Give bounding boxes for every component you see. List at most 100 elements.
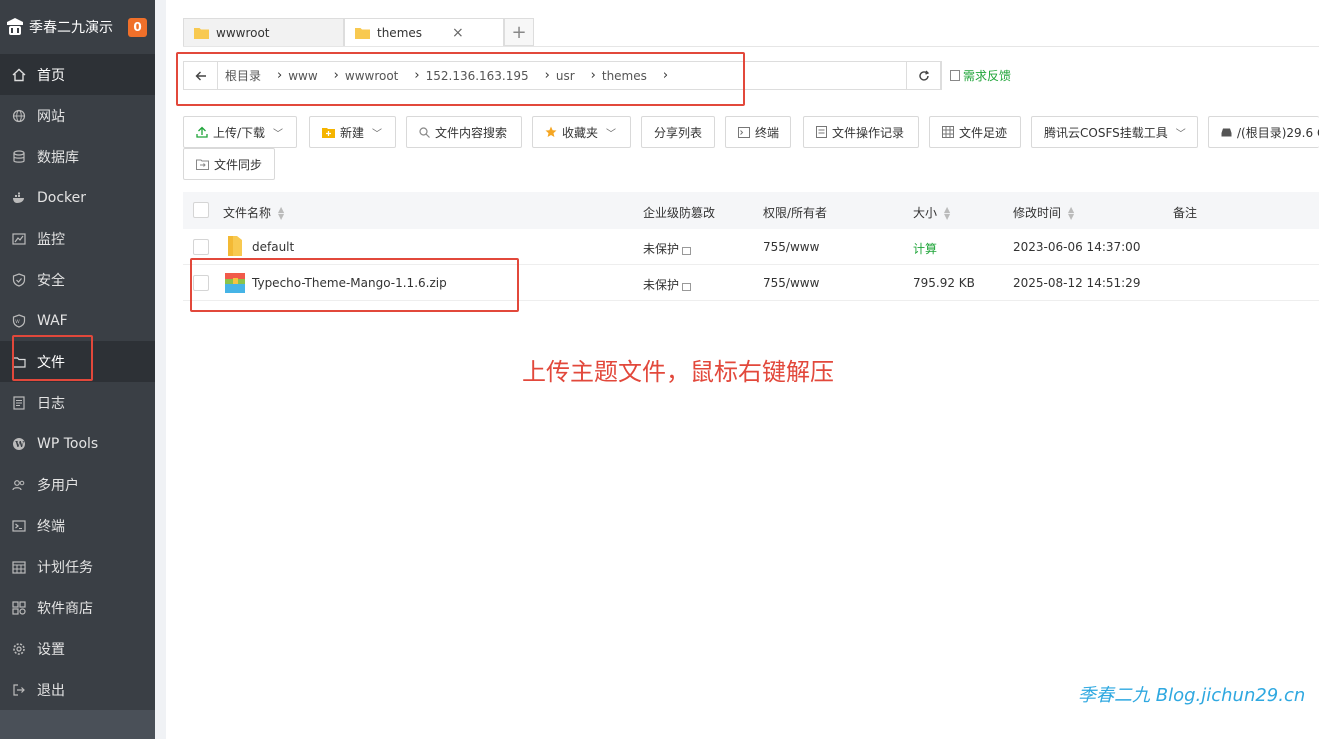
sidebar-item-logout[interactable]: 退出 [0, 669, 155, 710]
upload-download-button[interactable]: 上传/下载 ﹀ [183, 116, 297, 148]
tab-wwwroot[interactable]: wwwroot [183, 18, 344, 46]
waf-icon: W [12, 313, 26, 328]
sidebar-item-label: 设置 [37, 641, 65, 658]
sidebar-item-app-store[interactable]: 软件商店 [0, 587, 155, 628]
sidebar-item-label: 退出 [37, 682, 65, 699]
sidebar-item-logs[interactable]: 日志 [0, 382, 155, 423]
select-all-checkbox[interactable] [193, 202, 209, 218]
file-sync-button[interactable]: 文件同步 [183, 148, 275, 180]
sidebar-item-label: 网站 [37, 108, 65, 125]
watermark: 季春二九 Blog.jichun29.cn [1078, 685, 1306, 706]
header-size[interactable]: 大小 ▲ ▼ [913, 204, 950, 221]
header-mtime[interactable]: 修改时间 ▲ ▼ [1013, 204, 1074, 221]
new-button[interactable]: 新建 ﹀ [309, 116, 396, 148]
upload-icon [196, 126, 208, 138]
highlight-box-zip [190, 258, 519, 312]
protect-status: 未保护 [643, 240, 692, 257]
sort-icon: ▲ ▼ [278, 204, 285, 221]
apps-icon [12, 600, 26, 615]
modified-time: 2023-06-06 14:37:00 [1013, 240, 1141, 254]
sidebar-item-monitor[interactable]: 监控 [0, 218, 155, 259]
chevron-down-icon: ﹀ [1175, 128, 1186, 140]
sidebar-item-label: 数据库 [37, 149, 79, 166]
upload-label: 上传/下载 [213, 125, 266, 140]
sidebar-item-multi-user[interactable]: 多用户 [0, 464, 155, 505]
cosfs-mount-button[interactable]: 腾讯云COSFS挂载工具 ﹀ [1031, 116, 1198, 148]
protect-label: 未保护 [643, 278, 680, 292]
svg-text:W: W [15, 319, 20, 325]
sidebar-item-label: 软件商店 [37, 600, 93, 617]
monitor-icon [12, 232, 26, 246]
protect-status: 未保护 [643, 276, 692, 293]
refresh-icon [918, 70, 929, 81]
favorites-button[interactable]: 收藏夹 ﹀ [532, 116, 631, 148]
header-note: 备注 [1173, 206, 1198, 220]
disk-label: /(根目录)29.6 G [1237, 125, 1319, 140]
tab-themes[interactable]: themes × [344, 18, 504, 46]
folder-icon [194, 27, 209, 39]
sidebar-item-label: WP Tools [37, 435, 99, 452]
sidebar-item-label: 多用户 [37, 477, 79, 494]
sidebar-footer [0, 710, 155, 739]
search-icon [419, 126, 430, 138]
sidebar-item-cron[interactable]: 计划任务 [0, 546, 155, 587]
file-size: 795.92 KB [913, 276, 975, 290]
database-icon [12, 149, 26, 164]
terminal-icon [738, 126, 750, 138]
sidebar-item-database[interactable]: 数据库 [0, 136, 155, 177]
lock-icon[interactable] [682, 246, 692, 255]
brand: 季春二九演示 0 [0, 0, 155, 54]
header-name[interactable]: 文件名称 ▲ ▼ [223, 204, 284, 221]
sidebar-item-wp-tools[interactable]: W WP Tools [0, 423, 155, 464]
highlight-box-files [12, 335, 93, 381]
grid-icon [942, 126, 954, 138]
file-sync-label: 文件同步 [214, 157, 263, 172]
size-calculate-link[interactable]: 计算 [913, 240, 937, 257]
file-footprint-button[interactable]: 文件足迹 [929, 116, 1021, 148]
permission[interactable]: 755/www [763, 240, 819, 254]
tab-label: themes [377, 25, 423, 40]
sidebar-item-terminal[interactable]: 终端 [0, 505, 155, 546]
feedback-label: 需求反馈 [963, 69, 1012, 83]
header-label: 文件名称 [223, 206, 272, 220]
terminal-button[interactable]: 终端 [725, 116, 791, 148]
sidebar-item-docker[interactable]: Docker [0, 177, 155, 218]
permission[interactable]: 755/www [763, 276, 819, 290]
panel-logo-icon [6, 17, 24, 37]
logout-icon [12, 683, 26, 697]
star-icon [545, 126, 557, 138]
sidebar-item-home[interactable]: 首页 [0, 54, 155, 95]
sidebar-item-security[interactable]: 安全 [0, 259, 155, 300]
content-search-button[interactable]: 文件内容搜索 [406, 116, 522, 148]
sidebar-item-website[interactable]: 网站 [0, 95, 155, 136]
sidebar-item-label: 监控 [37, 231, 65, 248]
file-name[interactable]: default [252, 240, 294, 254]
lock-icon[interactable] [682, 282, 692, 291]
calendar-icon [12, 560, 26, 574]
sidebar-item-label: 首页 [37, 67, 65, 84]
home-icon [12, 68, 26, 82]
operation-log-button[interactable]: 文件操作记录 [803, 116, 919, 148]
row-checkbox[interactable] [193, 239, 209, 255]
chevron-down-icon: ﹀ [606, 128, 617, 140]
brand-title: 季春二九演示 [29, 20, 113, 36]
docker-icon [12, 191, 26, 205]
header-permission: 权限/所有者 [763, 206, 828, 220]
shield-icon [12, 272, 26, 287]
sidebar-item-settings[interactable]: 设置 [0, 628, 155, 669]
folder-icon [227, 236, 243, 256]
disk-selector[interactable]: /(根目录)29.6 G [1208, 116, 1319, 148]
gear-icon [12, 642, 26, 656]
sort-icon: ▲ ▼ [944, 204, 951, 221]
notification-badge[interactable]: 0 [128, 17, 147, 37]
share-list-button[interactable]: 分享列表 [641, 116, 715, 148]
sidebar-item-label: 日志 [37, 395, 65, 412]
add-tab-button[interactable]: + [504, 18, 534, 46]
refresh-button[interactable] [906, 61, 941, 90]
close-icon[interactable]: × [452, 25, 464, 41]
header-label: 修改时间 [1013, 206, 1062, 220]
sidebar-item-label: 计划任务 [37, 559, 93, 576]
file-manager: wwwroot themes × + 根目录 › www › wwwroot › 15… [166, 0, 1319, 739]
svg-text:W: W [14, 439, 25, 449]
feedback-link[interactable]: 需求反馈 [950, 67, 1011, 84]
